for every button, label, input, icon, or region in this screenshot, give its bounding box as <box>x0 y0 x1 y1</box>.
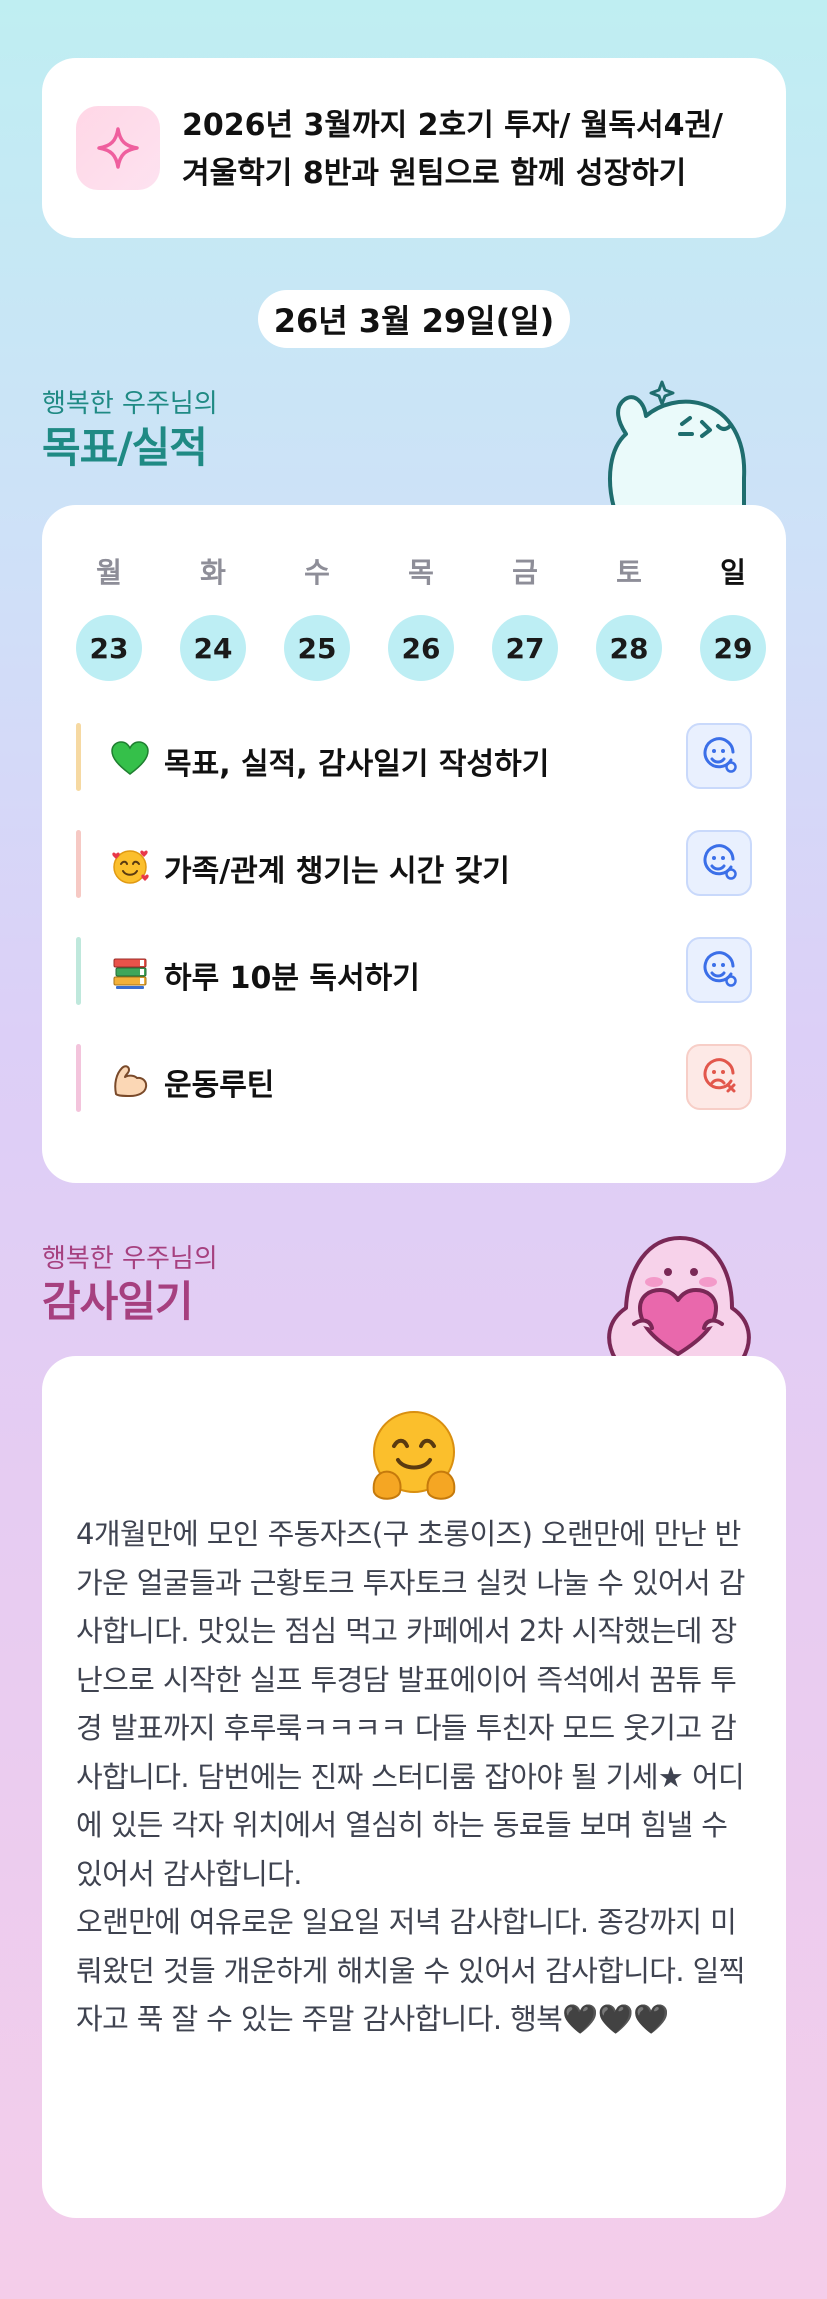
mascot-heart-illustration <box>607 1236 751 1360</box>
day-tue[interactable]: 화 24 <box>180 551 246 681</box>
task-label: 운동루틴 <box>164 1068 275 1103</box>
day-name: 일 <box>720 556 746 589</box>
day-name: 토 <box>616 556 642 589</box>
task-label: 하루 10분 독서하기 <box>164 961 420 996</box>
smile-check-icon <box>703 844 737 880</box>
weekly-goals-card: 월 23 화 24 수 25 목 26 금 27 토 28 일 29 목표, 실… <box>42 505 786 1183</box>
task-status-button[interactable] <box>686 830 752 896</box>
diary-section-title: 감사일기 <box>42 1277 194 1326</box>
day-name: 금 <box>512 556 538 589</box>
day-sat[interactable]: 토 28 <box>596 551 662 681</box>
goal-card: 2026년 3월까지 2호기 투자/ 월독서4권/ 겨울학기 8반과 원팀으로 … <box>42 58 786 238</box>
goal-text: 2026년 3월까지 2호기 투자/ 월독서4권/ 겨울학기 8반과 원팀으로 … <box>182 102 762 198</box>
sad-x-icon <box>703 1058 736 1093</box>
task-status-button[interactable] <box>686 723 752 789</box>
day-number: 28 <box>596 615 662 681</box>
task-accent-bar <box>76 1044 81 1112</box>
day-number: 29 <box>700 615 766 681</box>
books-icon <box>113 958 147 989</box>
day-thu[interactable]: 목 26 <box>388 551 454 681</box>
task-row: 목표, 실적, 감사일기 작성하기 <box>76 723 752 791</box>
day-mon[interactable]: 월 23 <box>76 551 142 681</box>
goal-line-2: 겨울학기 8반과 원팀으로 함께 성장하기 <box>182 156 687 191</box>
hugging-face-icon <box>372 1411 456 1500</box>
day-number: 25 <box>284 615 350 681</box>
sparkle-icon <box>76 106 160 190</box>
day-number: 26 <box>388 615 454 681</box>
task-row: 가족/관계 챙기는 시간 갖기 <box>76 830 752 898</box>
day-number: 23 <box>76 615 142 681</box>
day-number: 27 <box>492 615 558 681</box>
day-name: 수 <box>304 556 330 589</box>
week-strip: 월 23 화 24 수 25 목 26 금 27 토 28 일 29 <box>76 551 766 681</box>
diary-entry-text: 4개월만에 모인 주동자즈(구 초롱이즈) 오랜만에 만난 반가운 얼굴들과 근… <box>76 1517 745 2036</box>
date-pill[interactable]: 26년 3월 29일(일) <box>258 290 570 348</box>
task-label: 가족/관계 챙기는 시간 갖기 <box>164 854 510 889</box>
task-row: 하루 10분 독서하기 <box>76 937 752 1005</box>
task-row: 운동루틴 <box>76 1044 752 1112</box>
task-status-button[interactable] <box>686 937 752 1003</box>
smiling-face-hearts-icon <box>112 850 149 884</box>
day-number: 24 <box>180 615 246 681</box>
day-wed[interactable]: 수 25 <box>284 551 350 681</box>
task-accent-bar <box>76 830 81 898</box>
task-label: 목표, 실적, 감사일기 작성하기 <box>164 747 550 782</box>
day-name: 화 <box>200 556 226 589</box>
flexed-biceps-icon <box>114 1065 148 1097</box>
task-accent-bar <box>76 937 81 1005</box>
mascot-waving-illustration <box>608 380 747 508</box>
smile-check-icon <box>703 951 737 987</box>
task-status-button[interactable] <box>686 1044 752 1110</box>
smile-check-icon <box>703 737 737 773</box>
day-name: 목 <box>408 556 434 589</box>
day-sun[interactable]: 일 29 <box>700 551 766 681</box>
day-name: 월 <box>96 556 122 589</box>
task-accent-bar <box>76 723 81 791</box>
green-heart-icon <box>111 741 149 775</box>
goals-section-title: 목표/실적 <box>42 423 208 472</box>
gratitude-diary-card: 4개월만에 모인 주동자즈(구 초롱이즈) 오랜만에 만난 반가운 얼굴들과 근… <box>42 1356 786 2218</box>
day-fri[interactable]: 금 27 <box>492 551 558 681</box>
goal-line-1: 2026년 3월까지 2호기 투자/ 월독서4권/ <box>182 108 724 143</box>
